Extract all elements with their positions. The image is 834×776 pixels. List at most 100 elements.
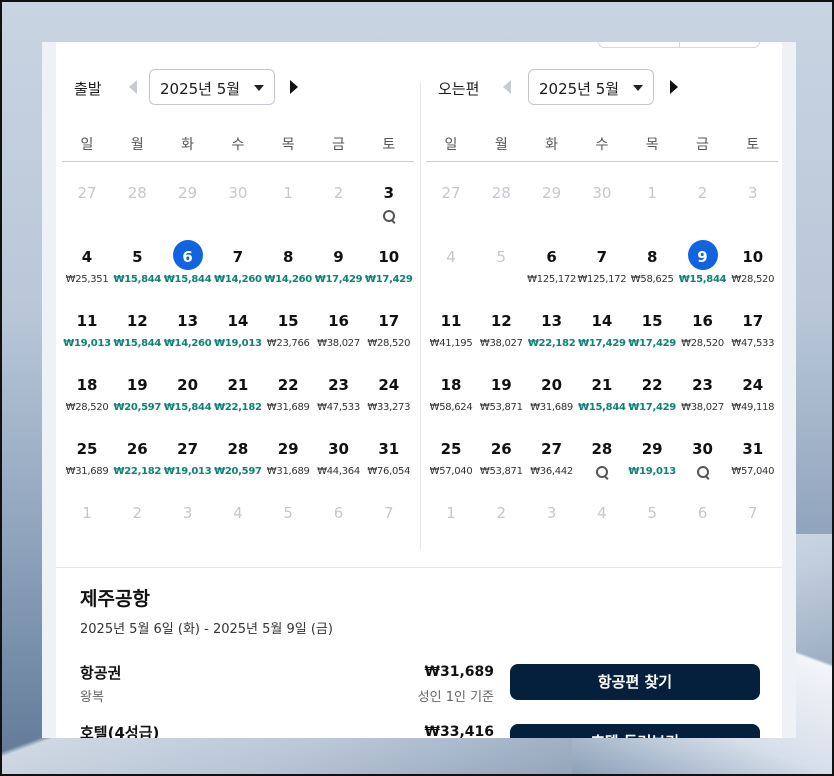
date-cell[interactable]: 13 ₩22,182: [527, 290, 577, 354]
date-cell[interactable]: 17 ₩28,520: [364, 290, 414, 354]
search-icon[interactable]: [696, 466, 711, 480]
date-cell[interactable]: 3: [364, 162, 414, 226]
date-cell[interactable]: 28: [577, 418, 627, 482]
depart-calendar-header: 출발 2025년 5월: [62, 69, 414, 105]
date-cell[interactable]: 12 ₩15,844: [112, 290, 162, 354]
top-tab-toggle[interactable]: [598, 42, 760, 48]
search-icon[interactable]: [382, 210, 397, 224]
date-cell[interactable]: 21 ₩15,844: [577, 354, 627, 418]
date-number: 24: [742, 376, 764, 394]
date-cell[interactable]: 11 ₩41,195: [426, 290, 476, 354]
date-cell[interactable]: 9 ₩17,429: [314, 226, 364, 290]
price-label: ₩28,520: [731, 274, 775, 285]
cheap-price-label: ₩17,429: [365, 274, 413, 285]
date-cell: 1: [426, 482, 476, 546]
date-cell[interactable]: 8 ₩14,260: [263, 226, 313, 290]
price-label: ₩28,520: [681, 338, 724, 349]
section-divider: [56, 567, 782, 568]
date-cell[interactable]: 25 ₩31,689: [62, 418, 112, 482]
date-cell[interactable]: 19 ₩20,597: [112, 354, 162, 418]
date-cell[interactable]: 10 ₩28,520: [728, 226, 778, 290]
date-cell[interactable]: 31 ₩57,040: [728, 418, 778, 482]
date-number: 3: [546, 504, 557, 522]
date-cell[interactable]: 29 ₩31,689: [263, 418, 313, 482]
date-cell[interactable]: 14 ₩17,429: [577, 290, 627, 354]
date-cell: 3: [527, 482, 577, 546]
date-number: 17: [742, 312, 764, 330]
date-cell[interactable]: 14 ₩19,013: [213, 290, 263, 354]
date-number: 18: [440, 376, 462, 394]
date-number: 5: [283, 504, 293, 522]
date-cell[interactable]: 13 ₩14,260: [163, 290, 213, 354]
date-cell[interactable]: 15 ₩23,766: [263, 290, 313, 354]
date-cell[interactable]: 21 ₩22,182: [213, 354, 263, 418]
return-prev-month-arrow-icon[interactable]: [500, 79, 516, 95]
date-cell[interactable]: 20 ₩15,844: [163, 354, 213, 418]
depart-label: 출발: [74, 80, 102, 98]
cheap-price-label: ₩14,260: [214, 274, 262, 285]
return-next-month-arrow-icon[interactable]: [666, 79, 682, 95]
date-number: 28: [491, 184, 511, 202]
cheap-price-label: ₩20,597: [214, 466, 262, 477]
weekday-label: 일: [80, 137, 94, 153]
date-cell[interactable]: 8 ₩58,625: [627, 226, 677, 290]
date-cell[interactable]: 27 ₩19,013: [163, 418, 213, 482]
date-number: 30: [228, 184, 248, 202]
date-cell[interactable]: 16 ₩28,520: [678, 290, 728, 354]
price-label: ₩49,118: [731, 402, 775, 413]
date-cell[interactable]: 7 ₩125,172: [577, 226, 627, 290]
date-cell[interactable]: 19 ₩53,871: [476, 354, 526, 418]
date-cell[interactable]: 22 ₩31,689: [263, 354, 313, 418]
date-cell[interactable]: 4 ₩25,351: [62, 226, 112, 290]
date-number: 8: [282, 248, 294, 266]
cheap-price-label: ₩15,844: [163, 274, 212, 285]
date-cell[interactable]: 11 ₩19,013: [62, 290, 112, 354]
date-cell: 4: [426, 226, 476, 290]
date-cell-selected[interactable]: 6 ₩15,844: [163, 226, 213, 290]
date-cell[interactable]: 7 ₩14,260: [213, 226, 263, 290]
date-cell[interactable]: 23 ₩47,533: [314, 354, 364, 418]
search-icon[interactable]: [595, 466, 610, 480]
date-cell[interactable]: 20 ₩31,689: [527, 354, 577, 418]
date-cell[interactable]: 18 ₩58,624: [426, 354, 476, 418]
date-number: 10: [742, 248, 764, 266]
date-number: 28: [591, 440, 613, 458]
date-cell: 5: [263, 482, 313, 546]
date-cell[interactable]: 30: [678, 418, 728, 482]
date-cell[interactable]: 26 ₩53,871: [476, 418, 526, 482]
find-flights-button[interactable]: 항공편 찾기: [510, 664, 760, 700]
background-frame: 출발 2025년 5월 일월화수목금토 27 28 29 30 1 2 3 4 ₩25,351 5…: [0, 0, 834, 776]
date-cell[interactable]: 10 ₩17,429: [364, 226, 414, 290]
depart-next-month-arrow-icon[interactable]: [286, 79, 302, 95]
date-cell[interactable]: 26 ₩22,182: [112, 418, 162, 482]
date-cell[interactable]: 16 ₩38,027: [314, 290, 364, 354]
date-cell[interactable]: 30 ₩44,364: [314, 418, 364, 482]
browse-hotels-button[interactable]: 호텔 둘러보기: [510, 724, 760, 738]
price-label: ₩58,624: [429, 402, 473, 413]
date-cell[interactable]: 18 ₩28,520: [62, 354, 112, 418]
date-cell[interactable]: 25 ₩57,040: [426, 418, 476, 482]
date-cell[interactable]: 6 ₩125,172: [527, 226, 577, 290]
date-cell: 2: [678, 162, 728, 226]
date-cell[interactable]: 24 ₩49,118: [728, 354, 778, 418]
date-number: 15: [277, 312, 299, 330]
date-cell-selected[interactable]: 9 ₩15,844: [678, 226, 728, 290]
date-cell[interactable]: 12 ₩38,027: [476, 290, 526, 354]
return-month-select[interactable]: 2025년 5월: [528, 69, 654, 105]
date-cell[interactable]: 15 ₩17,429: [627, 290, 677, 354]
date-cell[interactable]: 27 ₩36,442: [527, 418, 577, 482]
date-number: 31: [378, 440, 400, 458]
date-cell[interactable]: 17 ₩47,533: [728, 290, 778, 354]
calendar-panel: 출발 2025년 5월 일월화수목금토 27 28 29 30 1 2 3 4 ₩25,351 5…: [42, 42, 796, 738]
cheap-price-label: ₩15,844: [578, 402, 626, 413]
date-cell[interactable]: 31 ₩76,054: [364, 418, 414, 482]
depart-month-select[interactable]: 2025년 5월: [149, 69, 275, 105]
date-cell[interactable]: 5 ₩15,844: [112, 226, 162, 290]
date-cell[interactable]: 22 ₩17,429: [627, 354, 677, 418]
date-cell[interactable]: 23 ₩38,027: [678, 354, 728, 418]
date-cell[interactable]: 29 ₩19,013: [627, 418, 677, 482]
depart-prev-month-arrow-icon[interactable]: [126, 79, 142, 95]
date-cell[interactable]: 28 ₩20,597: [213, 418, 263, 482]
date-cell[interactable]: 24 ₩33,273: [364, 354, 414, 418]
date-cell: 29: [527, 162, 577, 226]
